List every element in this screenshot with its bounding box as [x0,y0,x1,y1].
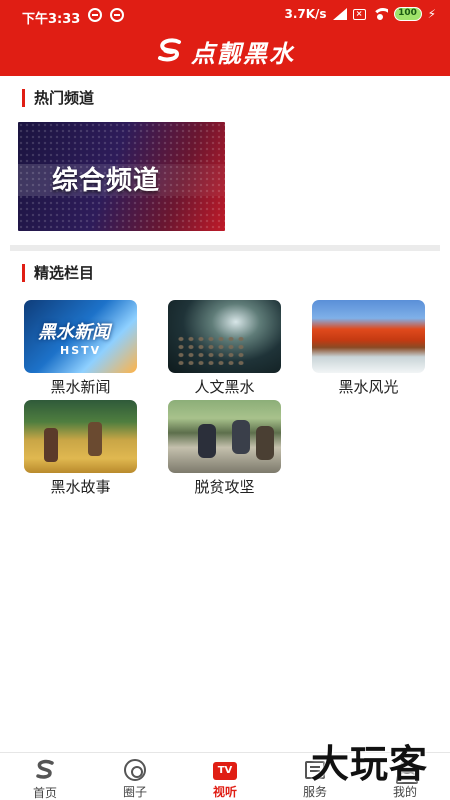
section-accent-bar [22,88,25,107]
column-thumbnail [312,300,425,373]
news-logo: 黑水新闻 [38,322,110,343]
channel-banner-comprehensive[interactable]: 综合频道 [18,122,225,231]
watermark: 大玩客 [310,741,428,786]
hot-channels-header: 热门频道 [22,87,94,108]
charging-icon: ⚡ [427,7,436,21]
disc-icon [123,758,147,781]
status-bar: 下午3:33 3.7K/s × 100 ⚡ [0,0,450,32]
section-divider [10,245,440,251]
nav-item-media[interactable]: TV 视听 [180,753,270,800]
column-thumbnail [168,300,281,373]
nav-label: 首页 [32,786,57,800]
column-label: 黑水故事 [50,478,111,496]
column-item-culture[interactable]: 人文黑水 [168,300,281,397]
nav-item-home[interactable]: 首页 [0,753,90,800]
column-item-scenery[interactable]: 黑水风光 [312,300,425,397]
home-logo-icon [33,758,57,782]
section-accent-bar [22,263,25,282]
signal-icon [332,8,347,20]
app-title: 点靓黑水 [191,38,295,68]
column-label: 黑水新闻 [50,378,111,396]
sim-icon: × [352,8,366,20]
s-swirl-logo-icon [158,38,181,62]
notification-icon [110,8,124,22]
banner-title: 综合频道 [52,166,161,196]
nav-item-circle[interactable]: 圈子 [90,753,180,800]
hot-channels-title: 热门频道 [34,89,95,107]
nav-label: 视听 [212,785,237,799]
nav-label: 圈子 [122,785,147,799]
column-thumbnail [168,400,281,473]
column-item-news[interactable]: 黑水新闻 HSTV 黑水新闻 [24,300,137,397]
network-speed: 3.7K/s [284,7,327,21]
battery-icon: 100 [393,7,422,21]
status-notification-icons [88,8,124,22]
column-thumbnail: 黑水新闻 HSTV [24,300,137,373]
column-item-story[interactable]: 黑水故事 [24,400,137,497]
column-label: 人文黑水 [194,378,255,396]
app-header: 下午3:33 3.7K/s × 100 ⚡ 点靓黑水 [0,0,450,76]
status-indicators: 3.7K/s × 100 ⚡ [284,7,436,21]
featured-title: 精选栏目 [34,264,95,282]
notification-icon [88,8,102,22]
column-item-poverty[interactable]: 脱贫攻坚 [168,400,281,497]
news-logo-sub: HSTV [60,344,102,357]
brand: 点靓黑水 [0,34,450,68]
wifi-icon [371,8,388,20]
tv-icon: TV [213,758,237,781]
featured-header: 精选栏目 [22,262,94,283]
column-label: 黑水风光 [338,378,399,396]
status-time: 下午3:33 [22,12,81,27]
column-label: 脱贫攻坚 [194,478,255,496]
column-thumbnail [24,400,137,473]
